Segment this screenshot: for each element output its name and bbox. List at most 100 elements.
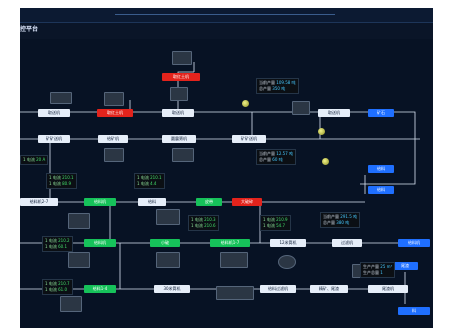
panel-value: 20 A (36, 157, 46, 162)
production-panel: 生产产量 25 m³ 生产总量 1 (360, 262, 396, 278)
drum-node[interactable]: 12米筒机 (270, 239, 306, 247)
panel-value: 210.3 (204, 217, 216, 222)
feeder-node[interactable]: 给料机1-7 (210, 239, 250, 247)
current-panel: 1 电流 20 A (20, 155, 49, 165)
panel-label: 1 电流 (45, 238, 57, 243)
production-panel: 当前产量 109.58 吨 总产量 350 吨 (256, 78, 299, 94)
indicator-lamp-icon (242, 100, 249, 107)
panel-value: 1 (380, 270, 383, 275)
panel-label: 1 电流 (45, 281, 57, 286)
concentrate-node[interactable]: 精矿、尾渣 (310, 285, 348, 293)
panel-label: 1 电流 (263, 223, 275, 228)
panel-label: 1 电流 (49, 175, 61, 180)
panel-value: 61.0 (58, 287, 68, 292)
panel-label: 1 电流 (263, 217, 275, 222)
panel-value: 350 吨 (272, 86, 286, 91)
flow-line (20, 111, 416, 185)
panel-label: 1 电流 (45, 244, 57, 249)
feeder-node[interactable]: 给料1-4 (84, 285, 116, 293)
excavator-node[interactable]: 取红土机 (162, 73, 200, 81)
panel-value: 25 m³ (380, 264, 393, 269)
monitor-screen: 控平台 取送机 取红土机 取红土机 取送机 取送机 矿石 矿矿送机 给矿机 圆震… (20, 8, 433, 328)
panel-value: 109.58 吨 (276, 80, 296, 85)
panel-value: 80.9 (62, 181, 72, 186)
truck-icon (104, 92, 124, 106)
ore-conveyor-node[interactable]: 矿矿送机 (232, 135, 266, 143)
feeder-node[interactable]: 给料机 (398, 239, 430, 247)
excavator-icon (170, 87, 188, 101)
current-panel: 1 电流 210.2 1 电流 60.1 (42, 236, 73, 252)
panel-value: 380 吨 (336, 220, 350, 225)
screen-icon (172, 148, 194, 162)
current-panel: 1 电流 210.1 1 电流 4.4 (134, 173, 165, 189)
panel-label: 1 电流 (49, 181, 61, 186)
production-panel: 当前产量 12.57 吨 总产量 60 吨 (256, 149, 297, 165)
panel-value: 210.1 (62, 175, 74, 180)
panel-label: 生产总量 (363, 270, 379, 275)
feeder-node[interactable]: 给料机 (84, 198, 116, 206)
tailings-node[interactable]: 尾渣 (392, 262, 418, 270)
feeder-node[interactable]: 给料机2-7 (20, 198, 58, 206)
excavator-node[interactable]: 取红土机 (97, 109, 133, 117)
panel-value: 291.5 吨 (340, 214, 358, 219)
crusher-icon (292, 101, 310, 115)
feed-node[interactable]: 给料 (138, 198, 166, 206)
panel-value: 210.1 (150, 175, 162, 180)
crusher-node[interactable]: 大破碎 (232, 198, 262, 206)
crusher-icon (156, 209, 180, 225)
panel-label: 总产量 (323, 220, 335, 225)
crusher-node[interactable]: 小破 (150, 239, 180, 247)
feed-node[interactable]: 给料 (368, 186, 394, 194)
drum-icon (278, 255, 296, 269)
excavator-icon (50, 92, 72, 104)
crusher-icon (156, 252, 180, 268)
panel-label: 1 电流 (137, 175, 149, 180)
feeder-node[interactable]: 给矿机 (98, 135, 128, 143)
ore-conveyor-node[interactable]: 矿矿送机 (38, 135, 70, 143)
panel-value: 60 吨 (272, 157, 283, 162)
feeder-icon (104, 148, 124, 162)
panel-label: 1 电流 (191, 217, 203, 222)
drum-icon (216, 286, 254, 300)
panel-value: 210.7 (58, 281, 70, 286)
panel-label: 当前产量 (259, 80, 275, 85)
feed-node[interactable]: 给料 (368, 165, 394, 173)
feeder-node[interactable]: 给料机 (84, 239, 116, 247)
truck-icon (172, 51, 192, 65)
conveyor-node[interactable]: 取送机 (318, 109, 350, 117)
panel-label: 1 电流 (45, 287, 57, 292)
filter-node[interactable]: 过滤机 (332, 239, 362, 247)
ore-node[interactable]: 矿石 (368, 109, 394, 117)
current-panel: 1 电流 210.3 1 电流 210.6 (188, 215, 219, 231)
panel-value: 54.7 (276, 223, 286, 228)
drum-node[interactable]: 30米筒机 (154, 285, 190, 293)
conveyor-node[interactable]: 取送机 (162, 109, 194, 117)
indicator-lamp-icon (322, 158, 329, 165)
panel-value: 4.4 (150, 181, 157, 186)
panel-value: 210.2 (58, 238, 70, 243)
panel-label: 生产产量 (363, 264, 379, 269)
feeder-icon (60, 296, 82, 312)
panel-label: 总产量 (259, 86, 271, 91)
panel-label: 1 电流 (23, 157, 35, 162)
screen-node[interactable]: 圆震筛机 (162, 135, 196, 143)
current-panel: 1 电流 210.7 1 电流 61.0 (42, 279, 73, 295)
panel-value: 12.57 吨 (276, 151, 294, 156)
feeder-icon (68, 213, 90, 229)
panel-label: 总产量 (259, 157, 271, 162)
panel-label: 1 电流 (137, 181, 149, 186)
filter-node[interactable]: 给料过滤机 (260, 285, 296, 293)
panel-value: 210.6 (204, 223, 216, 228)
material-node[interactable]: 料 (398, 307, 430, 315)
current-panel: 1 电流 210.1 1 电流 80.9 (46, 173, 77, 189)
production-panel: 当前产量 291.5 吨 总产量 380 吨 (320, 212, 361, 228)
panel-value: 60.1 (58, 244, 68, 249)
panel-value: 210.9 (276, 217, 288, 222)
conveyor-node[interactable]: 取送机 (38, 109, 70, 117)
feeder-icon (68, 252, 90, 268)
belt-node[interactable]: 皮带 (196, 198, 222, 206)
tailings-node[interactable]: 尾渣机 (368, 285, 408, 293)
indicator-lamp-icon (318, 128, 325, 135)
panel-label: 当前产量 (259, 151, 275, 156)
feeder-icon (220, 252, 248, 268)
